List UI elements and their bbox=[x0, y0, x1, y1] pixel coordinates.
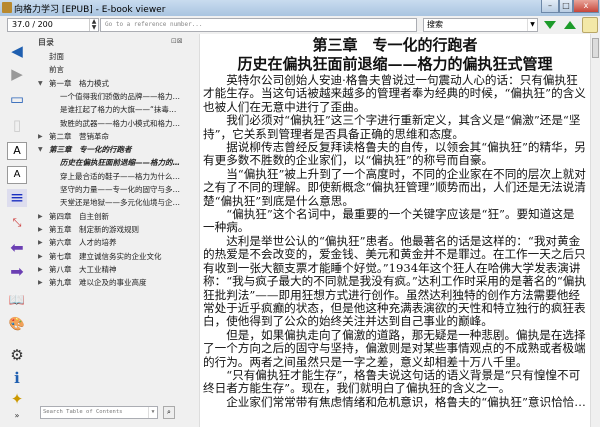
expand-arrow-icon[interactable]: ▶ bbox=[38, 279, 43, 287]
paragraph: 但是，如果偏执走向了偏激的道路，那无疑是一种悲剧。偏执是在选择了一个方向之后的固… bbox=[203, 327, 586, 369]
toc-search-placeholder: Search Table of Contents bbox=[43, 409, 123, 415]
toc-item[interactable]: 第八章 大工业精神 bbox=[49, 265, 117, 275]
search-dropdown[interactable]: ▼ bbox=[527, 19, 537, 31]
toc-item[interactable]: 天堂还是地狱——多元化仙境与企… bbox=[60, 198, 180, 208]
toc-header: 目录 bbox=[38, 38, 54, 47]
toc-item[interactable]: 坚守的力量——专一化的固守与多… bbox=[60, 185, 180, 195]
bookmarks-icon[interactable]: 📖 bbox=[7, 292, 27, 310]
expand-arrow-icon[interactable]: ▶ bbox=[38, 266, 43, 274]
toc-item[interactable]: 第九章 难以企及的事业高度 bbox=[49, 278, 147, 288]
expand-arrow-icon[interactable]: ▶ bbox=[38, 253, 43, 261]
expand-arrow-icon[interactable]: ▼ bbox=[38, 80, 43, 88]
toc-item[interactable]: 一个值得我们骄傲的品牌——格力… bbox=[60, 92, 180, 102]
binoculars-icon[interactable]: ⌕ bbox=[163, 406, 175, 419]
paragraph: 当“偏执狂”被上升到了一个高度时，不同的企业家在不同的层次上就对之有了不同的理解… bbox=[203, 166, 586, 208]
position-value: 37.0 / 200 bbox=[12, 20, 53, 29]
toc-dock-buttons[interactable]: ⊡⊠ bbox=[171, 37, 183, 45]
reference-mode-icon[interactable] bbox=[582, 17, 598, 33]
search-input[interactable]: 搜索 ▼ bbox=[423, 18, 538, 32]
toc-item[interactable]: 第四章 自主创新 bbox=[49, 212, 109, 222]
toc-item[interactable]: 第七章 建立诚信务实的企业文化 bbox=[49, 252, 162, 262]
toc-item[interactable]: 第六章 人才的培养 bbox=[49, 238, 117, 248]
toc-item[interactable]: 前言 bbox=[49, 65, 64, 75]
paragraph: 达利是举世公认的“偏执狂”患者。他最著名的话是这样的：“我对黄金的热爱是不会改变… bbox=[203, 233, 586, 329]
toc-search-input[interactable]: Search Table of Contents ▼ bbox=[40, 406, 158, 419]
window-title: 向格力学习 [EPUB] - E-book viewer bbox=[14, 5, 166, 15]
toc-item[interactable]: 第一章 格力模式 bbox=[49, 79, 109, 89]
vertical-scrollbar[interactable] bbox=[590, 34, 600, 427]
toc-item[interactable]: 是谁扛起了格力的大旗——“抹毒… bbox=[60, 105, 176, 115]
toc-toggle-icon[interactable]: ≡ bbox=[7, 189, 27, 207]
search-placeholder: 搜索 bbox=[427, 20, 443, 29]
toc-panel: 目录 ⊡⊠ 封面前言 ▼ 第一章 格力模式一个值得我们骄傲的品牌——格力… 是谁扛起了… bbox=[35, 34, 200, 427]
toc-search-dropdown[interactable]: ▼ bbox=[148, 407, 157, 418]
chapter-title: 第三章 专一化的行跑者 bbox=[312, 36, 478, 54]
toc-item[interactable]: 第二章 营销革命 bbox=[49, 132, 109, 142]
expand-arrow-icon[interactable]: ▼ bbox=[38, 146, 43, 154]
toc-item[interactable]: 第三章 专一化的行跑者 bbox=[49, 145, 132, 155]
font-smaller-icon[interactable]: A bbox=[7, 166, 27, 184]
forward-icon[interactable]: ▶ bbox=[7, 65, 27, 83]
minimize-button[interactable]: – bbox=[541, 0, 559, 13]
left-toolbar: ◀ ▶ ▭ ▯ A A ≡ ⤡ ⬅ ➡ 📖 🎨 ⚙ ℹ ✦ » bbox=[0, 34, 35, 427]
toc-item[interactable]: 封面 bbox=[49, 52, 64, 62]
toc-item[interactable]: 历史在偏执狂面前退缩——格力的… bbox=[60, 158, 180, 168]
expand-arrow-icon[interactable]: ▶ bbox=[38, 213, 43, 221]
top-toolbar: 37.0 / 200 ▲ ▼ Go to a reference number...… bbox=[0, 16, 600, 34]
toc-item[interactable]: 穿上最合适的鞋子——格力为什么… bbox=[60, 172, 180, 182]
theme-icon[interactable]: 🎨 bbox=[7, 316, 27, 334]
expand-arrow-icon[interactable]: ▶ bbox=[38, 133, 43, 141]
section-title: 历史在偏执狂面前退缩——格力的偏执狂式管理 bbox=[237, 55, 553, 73]
expand-arrow-icon[interactable]: ▶ bbox=[38, 239, 43, 247]
position-spinbox[interactable]: 37.0 / 200 ▲ ▼ bbox=[7, 18, 99, 32]
paragraph: “只有偏执狂才能生存”，格鲁夫说这句话的语义背景是“只有惶惶不可终日者方能生存”… bbox=[203, 367, 581, 396]
paragraph: “偏执狂”这个名词中，最重要的一个关键字应该是“狂”。要知道这是一种病。 bbox=[203, 207, 575, 235]
paragraph: 英特尔公司创始人安迪·格鲁夫曾说过一句震动人心的话：只有偏执狂才能生存。当这句话… bbox=[203, 73, 586, 114]
expand-arrow-icon[interactable]: ▶ bbox=[38, 226, 43, 234]
copy-icon[interactable]: ▯ bbox=[7, 116, 27, 134]
app-icon bbox=[2, 2, 12, 13]
close-button[interactable]: x bbox=[573, 0, 599, 13]
paragraph: 我们必须对“偏执狂”这三个字进行重新定义，其含义是“偏激”还是“坚持”，它关系到… bbox=[203, 113, 581, 141]
maximize-button[interactable]: □ bbox=[559, 0, 573, 13]
find-previous-icon[interactable] bbox=[564, 21, 576, 29]
fullscreen-icon[interactable]: ⤡ bbox=[7, 214, 27, 232]
spin-arrows[interactable]: ▲ ▼ bbox=[89, 19, 98, 31]
reference-input[interactable]: Go to a reference number... bbox=[100, 18, 417, 32]
find-next-icon[interactable] bbox=[544, 21, 556, 29]
scroll-thumb[interactable] bbox=[592, 38, 599, 58]
previous-page-icon[interactable]: ⬅ bbox=[7, 239, 27, 257]
paragraph: 据说柳传志曾经反复拜读格鲁夫的自传，以领会其“偏执狂”的精华，另有更多数不胜数的… bbox=[203, 140, 586, 168]
info-icon[interactable]: ℹ bbox=[7, 369, 27, 387]
preferences-icon[interactable]: ⚙ bbox=[7, 346, 27, 364]
font-larger-icon[interactable]: A bbox=[7, 142, 27, 160]
toc-item[interactable]: 第五章 制定新的游戏规则 bbox=[49, 225, 139, 235]
toc-item[interactable]: 致胜的武器——格力小模式和格力… bbox=[60, 119, 180, 129]
back-icon[interactable]: ◀ bbox=[7, 42, 27, 60]
book-content: 第三章 专一化的行跑者 历史在偏执狂面前退缩——格力的偏执狂式管理 英特尔公司创… bbox=[200, 34, 590, 427]
title-bar: 向格力学习 [EPUB] - E-book viewer – □ x bbox=[0, 0, 600, 16]
more-icon[interactable]: » bbox=[7, 407, 27, 425]
paragraph: 企业家们常常带有焦虑情绪和危机意识，格鲁夫的“偏执狂”意识恰恰… bbox=[226, 394, 586, 409]
magic-wand-icon[interactable]: ✦ bbox=[7, 390, 27, 408]
next-page-icon[interactable]: ➡ bbox=[7, 263, 27, 281]
open-book-icon[interactable]: ▭ bbox=[7, 90, 27, 108]
